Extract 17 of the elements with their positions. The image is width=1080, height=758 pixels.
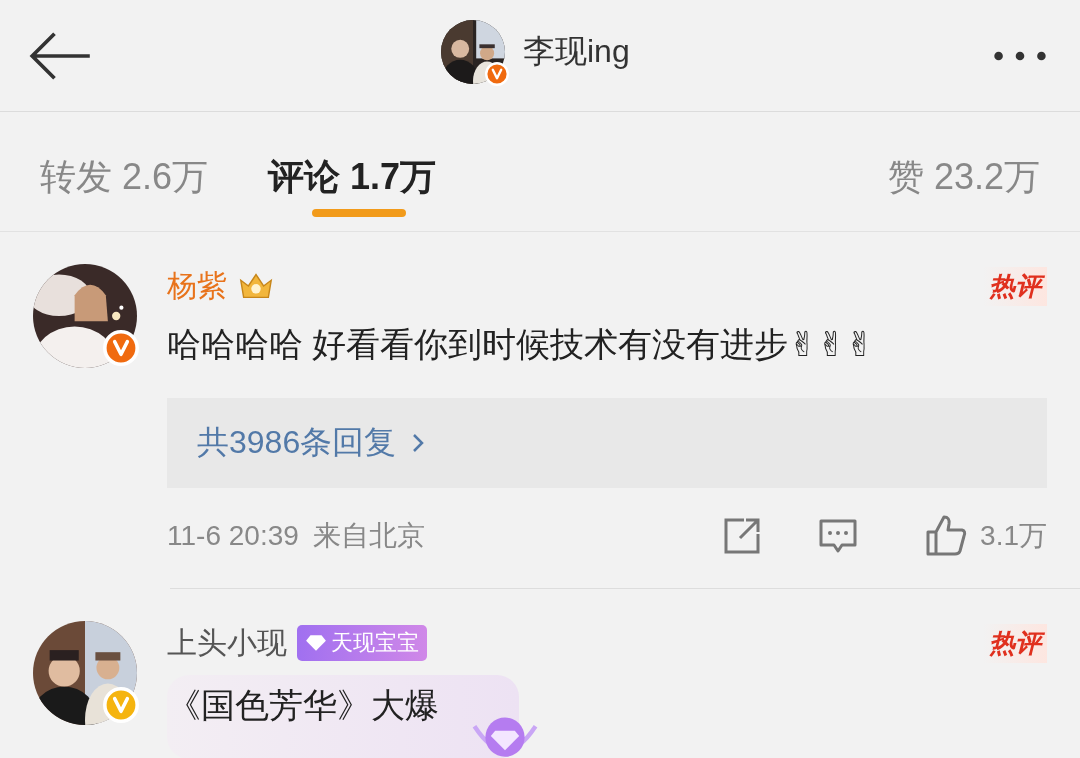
tab[interactable]: 赞 23.2万 — [887, 118, 1040, 225]
like-icon[interactable] — [924, 514, 969, 558]
chevron-right-icon[interactable] — [412, 433, 425, 453]
post-time: 11-6 20:39 — [167, 520, 299, 552]
fan-badge: 天现宝宝 — [297, 625, 427, 661]
account-name[interactable]: 李现ing — [523, 30, 630, 74]
diamond-icon — [305, 634, 327, 652]
post-location: 来自北京 — [312, 519, 425, 553]
replies-link[interactable]: 共3986条回复 — [197, 421, 397, 465]
comment-text: 哈哈哈哈 好看看你到时候技术有没有进步✌✌✌ — [167, 325, 874, 363]
tab[interactable]: 转发 2.6万 — [40, 118, 209, 225]
like-count: 3.1万 — [980, 519, 1047, 553]
user-name[interactable]: 上头小现 — [167, 622, 287, 664]
comment-text: 《国色芳华》大爆 — [167, 686, 439, 724]
tab[interactable]: 评论 1.7万 — [268, 118, 437, 225]
user-name[interactable]: 杨紫 — [167, 265, 227, 307]
share-icon[interactable] — [722, 516, 763, 556]
